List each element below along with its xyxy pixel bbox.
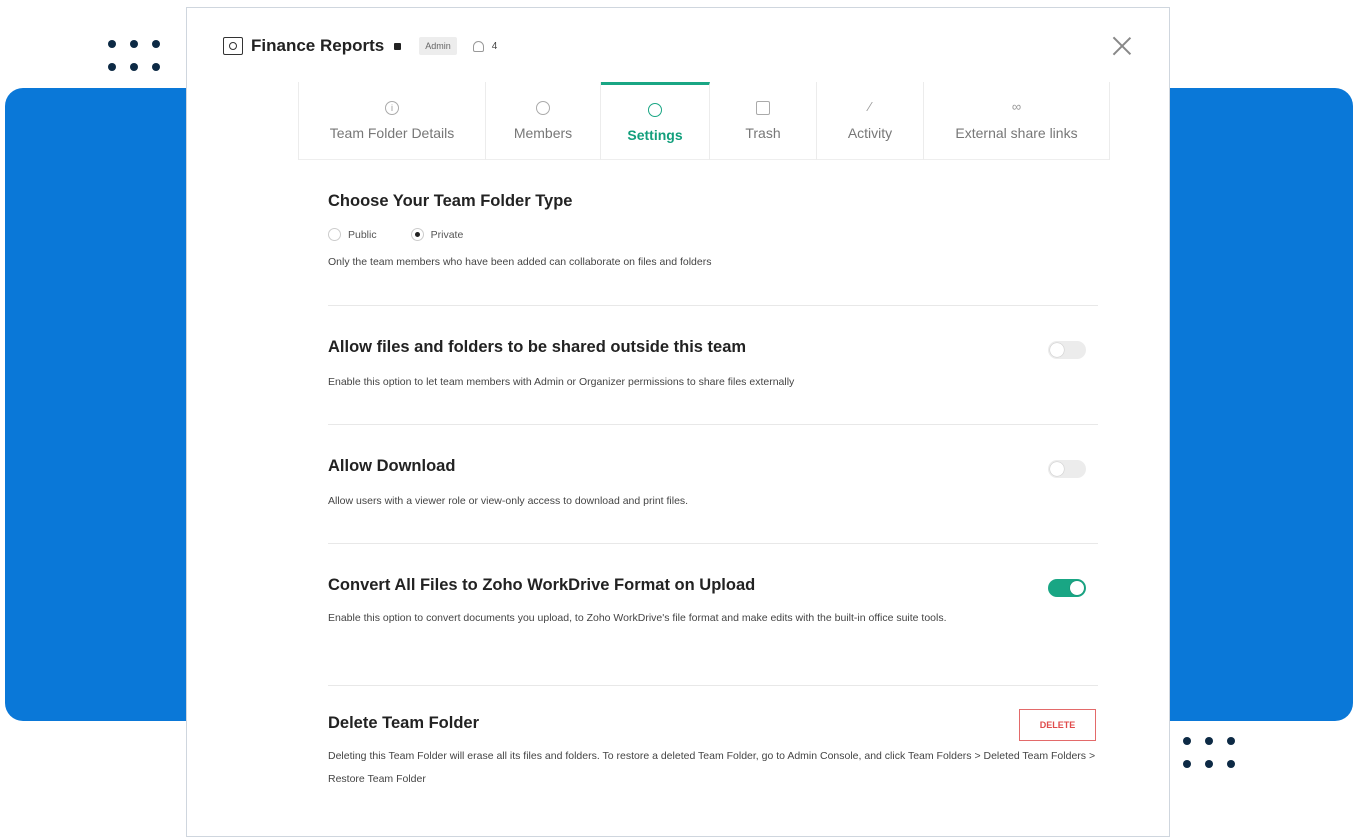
radio-label: Private bbox=[430, 228, 464, 241]
tab-settings[interactable]: Settings bbox=[601, 82, 710, 160]
settings-icon bbox=[648, 102, 662, 117]
radio-label: Public bbox=[348, 228, 377, 241]
tab-label: Settings bbox=[627, 126, 683, 143]
link-icon: ∞ bbox=[1011, 99, 1022, 114]
radio-public[interactable]: Public bbox=[328, 228, 377, 241]
section-title: Allow Download bbox=[328, 457, 456, 475]
section-description: Enable this option to let team members w… bbox=[328, 376, 795, 388]
section-title: Choose Your Team Folder Type bbox=[328, 192, 573, 210]
convert-files-toggle[interactable] bbox=[1048, 579, 1086, 597]
radio-button[interactable] bbox=[328, 228, 341, 241]
section-title: Allow files and folders to be shared out… bbox=[328, 338, 747, 356]
role-badge: Admin bbox=[419, 37, 457, 55]
tab-label: Team Folder Details bbox=[329, 125, 455, 141]
delete-folder-section: DELETE Delete Team Folder Deleting this … bbox=[328, 686, 1098, 791]
activity-icon: ⁄ bbox=[868, 99, 872, 114]
tab-trash[interactable]: Trash bbox=[710, 82, 817, 160]
folder-type-section: Choose Your Team Folder Type Public Priv… bbox=[328, 188, 1098, 306]
convert-files-section: Convert All Files to Zoho WorkDrive Form… bbox=[328, 544, 1098, 686]
trash-icon bbox=[756, 101, 770, 115]
tab-label: Activity bbox=[847, 125, 893, 141]
decorative-dots-top-left bbox=[108, 40, 160, 71]
section-description: Only the team members who have been adde… bbox=[328, 256, 712, 268]
tab-bar: i Team Folder Details Members Settings T… bbox=[298, 82, 1110, 160]
members-icon bbox=[536, 101, 550, 115]
member-count[interactable]: 4 bbox=[492, 41, 498, 52]
section-description: Deleting this Team Folder will erase all… bbox=[328, 750, 1096, 785]
tab-label: Members bbox=[513, 125, 573, 141]
share-outside-section: Allow files and folders to be shared out… bbox=[328, 306, 1098, 425]
lock-icon bbox=[394, 42, 402, 50]
settings-content: Choose Your Team Folder Type Public Priv… bbox=[328, 188, 1098, 791]
tab-team-folder-details[interactable]: i Team Folder Details bbox=[298, 82, 486, 160]
delete-button[interactable]: DELETE bbox=[1019, 709, 1096, 741]
allow-download-toggle[interactable] bbox=[1048, 460, 1086, 478]
section-title: Convert All Files to Zoho WorkDrive Form… bbox=[328, 576, 756, 594]
radio-button[interactable] bbox=[410, 228, 424, 241]
tab-label: External share links bbox=[955, 125, 1078, 141]
team-folder-dialog: Finance Reports Admin 4 i Team Folder De… bbox=[186, 7, 1170, 837]
close-icon[interactable] bbox=[1111, 34, 1133, 56]
team-folder-icon bbox=[223, 37, 243, 55]
background-blue-panel-right bbox=[1150, 88, 1353, 721]
folder-title: Finance Reports bbox=[251, 36, 385, 55]
allow-download-section: Allow Download Allow users with a viewer… bbox=[328, 425, 1098, 544]
dialog-header: Finance Reports Admin 4 bbox=[223, 34, 497, 58]
share-outside-toggle[interactable] bbox=[1048, 341, 1086, 359]
tab-activity[interactable]: ⁄ Activity bbox=[817, 82, 924, 160]
section-title: Delete Team Folder bbox=[328, 714, 479, 732]
info-icon: i bbox=[385, 101, 399, 115]
tab-external-share-links[interactable]: ∞ External share links bbox=[924, 82, 1110, 160]
radio-private[interactable]: Private bbox=[410, 228, 464, 241]
background-blue-panel-left bbox=[5, 88, 205, 721]
section-description: Allow users with a viewer role or view-o… bbox=[328, 495, 689, 507]
folder-type-radio-group: Public Private bbox=[328, 228, 1098, 241]
decorative-dots-bottom-right bbox=[1183, 737, 1235, 768]
member-icon bbox=[472, 40, 484, 52]
tab-members[interactable]: Members bbox=[486, 82, 601, 160]
tab-label: Trash bbox=[745, 125, 781, 141]
section-description: Enable this option to convert documents … bbox=[328, 612, 947, 624]
